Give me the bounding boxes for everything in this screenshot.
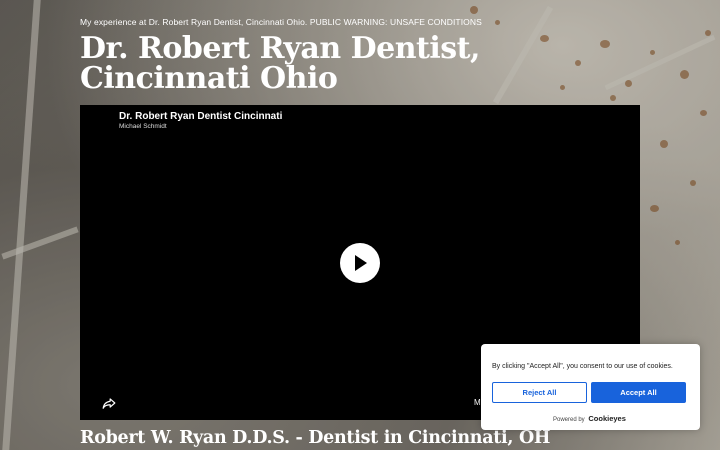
video-channel[interactable]: Michael Schmidt bbox=[119, 123, 167, 130]
play-icon bbox=[355, 255, 367, 271]
play-button[interactable] bbox=[340, 243, 380, 283]
reject-all-button[interactable]: Reject All bbox=[492, 382, 587, 403]
powered-by-label: Powered by bbox=[553, 417, 585, 423]
site-tagline: My experience at Dr. Robert Ryan Dentist… bbox=[80, 17, 482, 27]
video-title[interactable]: Dr. Robert Ryan Dentist Cincinnati bbox=[119, 111, 282, 122]
page-title: Dr. Robert Ryan Dentist, Cincinnati Ohio bbox=[80, 31, 480, 96]
accept-all-button[interactable]: Accept All bbox=[591, 382, 686, 403]
share-icon[interactable] bbox=[102, 396, 116, 410]
cookie-consent-banner: By clicking "Accept All", you consent to… bbox=[481, 344, 700, 430]
section-heading: Robert W. Ryan D.D.S. - Dentist in Cinci… bbox=[80, 428, 551, 448]
more-videos-label[interactable]: M bbox=[474, 398, 481, 407]
cookieyes-logo[interactable]: Cookieyes bbox=[588, 414, 626, 423]
powered-by: Powered by Cookieyes bbox=[553, 414, 626, 423]
cookie-message: By clicking "Accept All", you consent to… bbox=[492, 363, 673, 370]
